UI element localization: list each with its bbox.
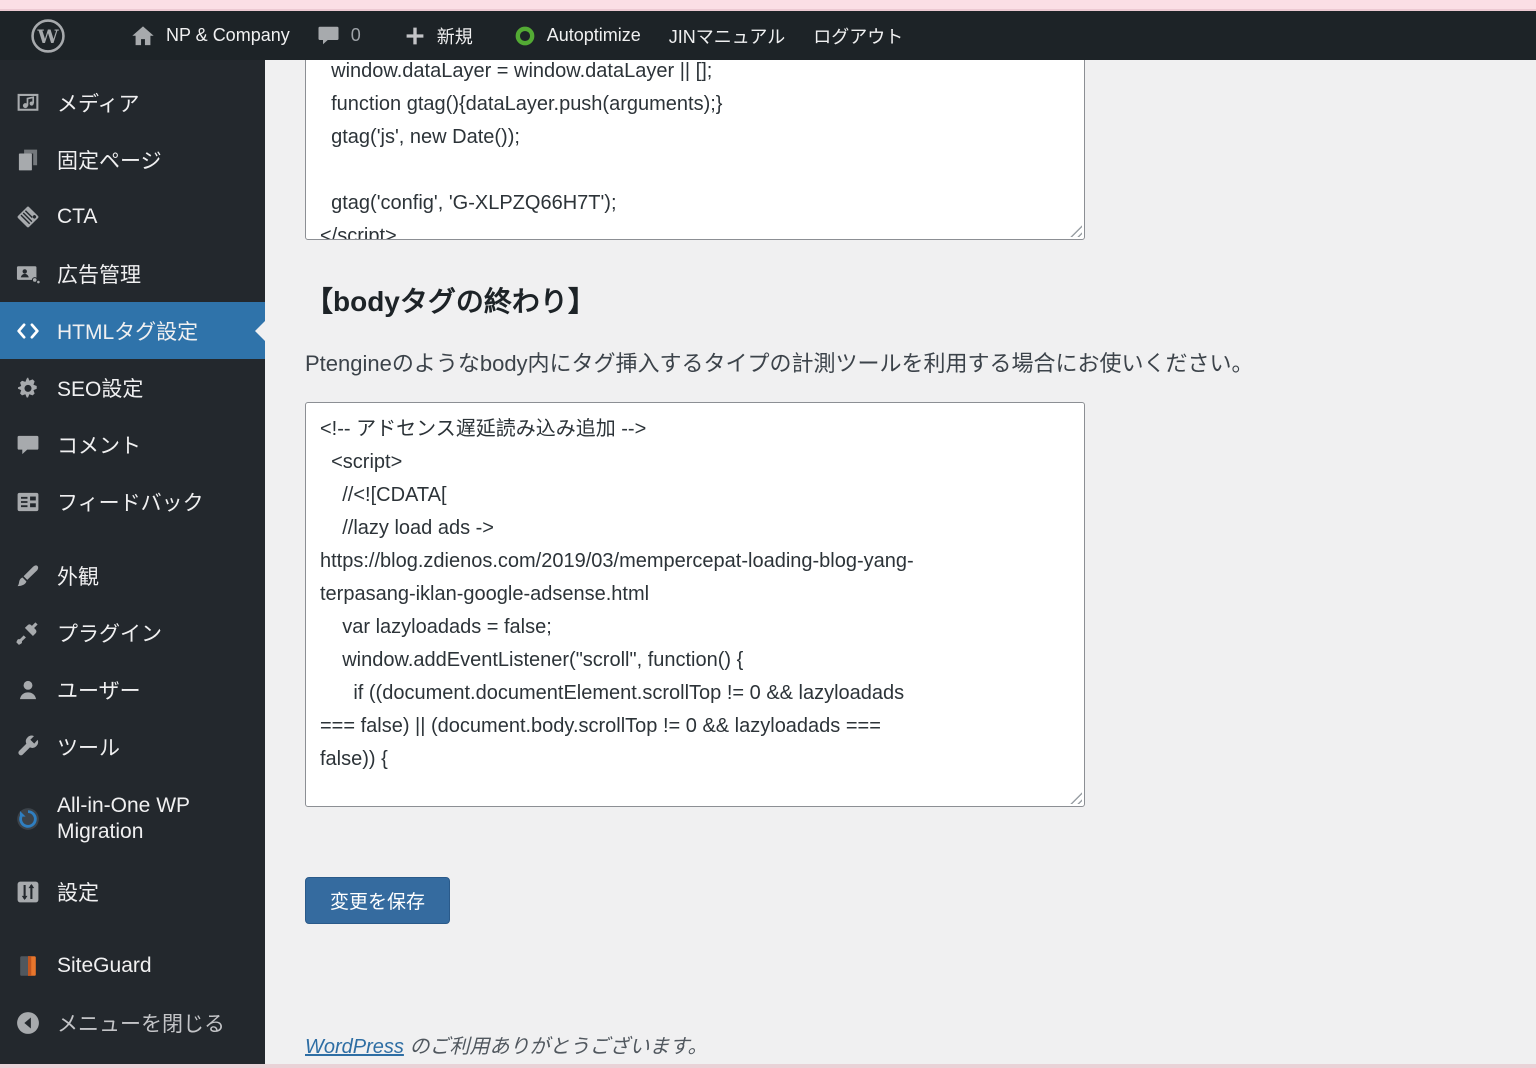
sidebar-item-cta[interactable]: CTA <box>0 188 265 245</box>
home-icon <box>130 23 156 49</box>
jin-manual-label: JINマニュアル <box>668 26 786 47</box>
wrench-icon <box>14 733 42 761</box>
ads-icon <box>14 260 42 288</box>
admin-sidebar: メディア 固定ページ CTA 広告管理 HTMLタグ設定 SEO設定 コメント … <box>0 60 265 1064</box>
siteguard-icon <box>14 952 42 980</box>
site-name: NP & Company <box>166 25 290 45</box>
user-icon <box>14 676 42 704</box>
logout-label: ログアウト <box>813 26 904 47</box>
sliders-icon <box>14 878 42 906</box>
sidebar-item-collapse-menu[interactable]: メニューを閉じる <box>0 994 265 1051</box>
sidebar-item-media[interactable]: メディア <box>0 74 265 131</box>
save-changes-button[interactable]: 変更を保存 <box>305 877 451 924</box>
plugin-icon <box>14 619 42 647</box>
jin-manual-menu[interactable]: JINマニュアル <box>669 23 785 49</box>
sidebar-item-feedback[interactable]: フィードバック <box>0 473 265 530</box>
admin-menu: メディア 固定ページ CTA 広告管理 HTMLタグ設定 SEO設定 コメント … <box>0 60 265 1051</box>
sidebar-item-siteguard[interactable]: SiteGuard <box>0 937 265 994</box>
sidebar-item-all-in-one-wp-migration[interactable]: All-in-One WP Migration <box>0 775 265 863</box>
collapse-arrow-icon <box>14 1009 42 1037</box>
autoptimize-label: Autoptimize <box>546 25 641 45</box>
new-content-menu[interactable]: 新規 <box>403 23 473 49</box>
sidebar-item-html-tag-settings[interactable]: HTMLタグ設定 <box>0 302 265 359</box>
sidebar-item-label: メニューを閉じる <box>57 1012 225 1036</box>
sidebar-item-ads[interactable]: 広告管理 <box>0 245 265 302</box>
menu-separator <box>0 530 265 547</box>
comment-count: 0 <box>350 25 361 45</box>
sidebar-item-label: 広告管理 <box>57 263 141 287</box>
admin-bar: W NP & Company 0 新規 Autoptimize JINマニュアル… <box>0 11 1536 60</box>
feedback-icon <box>14 488 42 516</box>
logout-menu[interactable]: ログアウト <box>813 23 903 49</box>
head-tag-code-textarea[interactable]: window.dataLayer = window.dataLayer || [… <box>305 60 1085 240</box>
sidebar-item-label: ユーザー <box>57 679 141 703</box>
footer-credit: WordPress のご利用ありがとうございます。 <box>305 1030 1536 1059</box>
pages-icon <box>14 146 42 174</box>
new-label: 新規 <box>436 26 473 47</box>
gear-icon <box>14 374 42 402</box>
svg-text:W: W <box>36 25 59 47</box>
site-link[interactable]: NP & Company <box>130 23 290 49</box>
wordpress-logo-icon: W <box>30 18 66 54</box>
sidebar-item-pages[interactable]: 固定ページ <box>0 131 265 188</box>
window-frame-bottom <box>0 1064 1536 1068</box>
body-tag-textarea-wrap: <!-- アドセンス遅延読み込み追加 --> <script> //<![CDA… <box>305 402 1085 807</box>
sidebar-item-label: 外観 <box>57 565 99 589</box>
wordpress-logo-menu[interactable]: W <box>30 18 66 54</box>
appearance-brush-icon <box>14 562 42 590</box>
window-frame-top <box>0 0 1536 11</box>
sidebar-item-seo[interactable]: SEO設定 <box>0 359 265 416</box>
sidebar-item-plugins[interactable]: プラグイン <box>0 604 265 661</box>
wordpress-admin-screen: W NP & Company 0 新規 Autoptimize JINマニュアル… <box>0 0 1536 1068</box>
media-icon <box>14 89 42 117</box>
section-description: Ptengineのようなbody内にタグ挿入するタイプの計測ツールを利用する場合… <box>305 351 1254 376</box>
body-tag-code-textarea[interactable]: <!-- アドセンス遅延読み込み追加 --> <script> //<![CDA… <box>305 402 1085 807</box>
sidebar-item-label: 固定ページ <box>57 149 162 173</box>
plus-icon <box>403 24 427 48</box>
sidebar-item-label: メディア <box>57 92 140 116</box>
main-content: window.dataLayer = window.dataLayer || [… <box>265 60 1536 1064</box>
sidebar-item-appearance[interactable]: 外観 <box>0 547 265 604</box>
sidebar-item-label: ツール <box>57 736 120 760</box>
sidebar-item-tools[interactable]: ツール <box>0 718 265 775</box>
autoptimize-ring-icon <box>513 24 537 48</box>
migration-icon <box>14 805 42 833</box>
comments-menu[interactable]: 0 <box>316 23 361 48</box>
sidebar-item-label: HTMLタグ設定 <box>57 320 199 344</box>
sidebar-item-label: フィードバック <box>57 491 204 515</box>
sidebar-item-label: SiteGuard <box>57 953 152 977</box>
sidebar-item-users[interactable]: ユーザー <box>0 661 265 718</box>
footer-thanks-text: のご利用ありがとうございます。 <box>409 1036 708 1058</box>
code-icon <box>14 317 42 345</box>
sidebar-item-label: SEO設定 <box>57 377 144 401</box>
menu-separator <box>0 920 265 937</box>
autoptimize-menu[interactable]: Autoptimize <box>513 24 641 48</box>
sidebar-item-comments[interactable]: コメント <box>0 416 265 473</box>
wordpress-footer-link[interactable]: WordPress <box>305 1036 404 1058</box>
sidebar-item-label: プラグイン <box>57 622 162 646</box>
sidebar-item-label: 設定 <box>57 881 99 905</box>
section-heading: 【bodyタグの終わり】 <box>305 286 596 317</box>
sidebar-item-label: CTA <box>57 204 98 228</box>
sidebar-item-settings[interactable]: 設定 <box>0 863 265 920</box>
head-tag-textarea-wrap: window.dataLayer = window.dataLayer || [… <box>305 60 1085 240</box>
sidebar-item-label: All-in-One WP Migration <box>57 793 190 843</box>
comment-icon <box>14 431 42 459</box>
comment-bubble-icon <box>316 23 341 48</box>
tag-icon <box>14 203 42 231</box>
sidebar-item-label: コメント <box>57 434 141 458</box>
